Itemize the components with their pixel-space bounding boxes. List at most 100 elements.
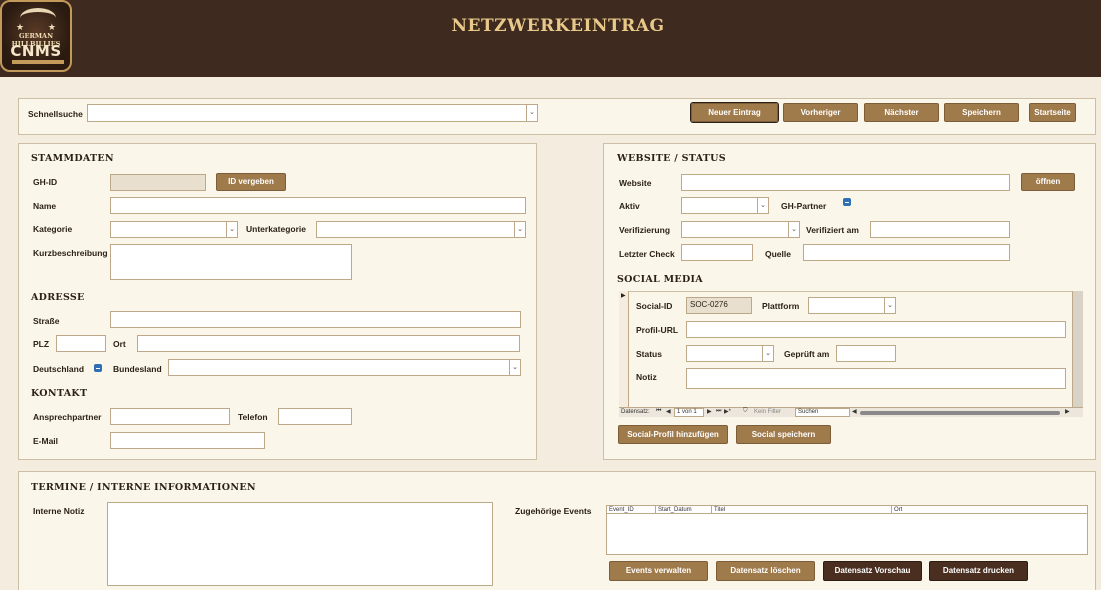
unterkategorie-label: Unterkategorie — [246, 224, 306, 234]
notiz-label: Notiz — [636, 372, 657, 382]
website-label: Website — [619, 178, 652, 188]
chevron-down-icon[interactable]: ⌄ — [762, 346, 773, 361]
new-record-icon[interactable]: ▶* — [724, 408, 731, 415]
stammdaten-heading: STAMMDATEN — [31, 153, 114, 164]
social-id-field: SOC-0276 — [686, 297, 752, 314]
letzter-check-label: Letzter Check — [619, 249, 675, 259]
chevron-down-icon[interactable]: ⌄ — [884, 298, 895, 313]
scroll-left-icon[interactable]: ◀ — [852, 408, 857, 415]
aktiv-select[interactable]: ⌄ — [681, 197, 769, 214]
profil-url-label: Profil-URL — [636, 325, 679, 335]
record-navigation-bar: Datensatz: ⏮ ◀ 1 von 1 ▶ ⏭ ▶* ⛉ Kein Fil… — [619, 407, 1083, 417]
next-button[interactable]: Nächster — [864, 103, 939, 122]
quicksearch-combobox[interactable]: ⌄ — [87, 104, 538, 122]
ansprechpartner-field[interactable] — [110, 408, 230, 425]
verifizierung-select[interactable]: ⌄ — [681, 221, 800, 238]
delete-record-button[interactable]: Datensatz löschen — [716, 561, 815, 581]
column-header[interactable]: Titel — [712, 506, 892, 514]
interne-notiz-label: Interne Notiz — [33, 506, 85, 516]
deutschland-checkbox[interactable] — [94, 364, 102, 372]
last-record-icon[interactable]: ⏭ — [716, 408, 721, 415]
app-logo: ★ ★ GERMAN HILLBILLIES CNMS — [0, 0, 72, 72]
chevron-down-icon[interactable]: ⌄ — [757, 198, 768, 213]
ansprechpartner-label: Ansprechpartner — [33, 412, 102, 422]
assign-id-button[interactable]: ID vergeben — [216, 173, 286, 191]
bundesland-label: Bundesland — [113, 364, 162, 374]
ort-label: Ort — [113, 339, 126, 349]
previous-record-icon[interactable]: ◀ — [666, 408, 671, 415]
chevron-down-icon[interactable]: ⌄ — [526, 105, 537, 121]
chevron-down-icon[interactable]: ⌄ — [226, 222, 237, 237]
chevron-down-icon[interactable]: ⌄ — [509, 360, 520, 375]
quelle-field[interactable] — [803, 244, 1010, 261]
adresse-heading: ADRESSE — [31, 292, 85, 303]
kategorie-label: Kategorie — [33, 224, 73, 234]
save-social-button[interactable]: Social speichern — [736, 425, 831, 444]
kontakt-heading: KONTAKT — [31, 388, 88, 399]
record-preview-button[interactable]: Datensatz Vorschau — [823, 561, 922, 581]
next-record-icon[interactable]: ▶ — [707, 408, 712, 415]
social-media-heading: SOCIAL MEDIA — [617, 274, 703, 285]
termine-heading: TERMINE / INTERNE INFORMATIONEN — [31, 482, 256, 493]
filter-icon[interactable]: ⛉ — [743, 408, 748, 415]
kurzbeschreibung-label: Kurzbeschreibung — [33, 248, 108, 258]
gh-id-label: GH-ID — [33, 177, 58, 187]
record-selector[interactable]: ▶ — [619, 291, 629, 407]
verifiziert-am-field[interactable] — [870, 221, 1010, 238]
home-button[interactable]: Startseite — [1029, 103, 1076, 122]
letzter-check-field[interactable] — [681, 244, 753, 261]
events-list[interactable]: Event_ID Start_Datum Titel Ort — [606, 505, 1088, 555]
bundesland-select[interactable]: ⌄ — [168, 359, 521, 376]
print-record-button[interactable]: Datensatz drucken — [929, 561, 1028, 581]
gh-partner-checkbox[interactable] — [843, 198, 851, 206]
column-header[interactable]: Start_Datum — [656, 506, 712, 514]
interne-notiz-field[interactable] — [107, 502, 493, 586]
plattform-label: Plattform — [762, 301, 800, 311]
chevron-down-icon[interactable]: ⌄ — [788, 222, 799, 237]
ort-field[interactable] — [137, 335, 520, 352]
record-position-field[interactable]: 1 von 1 — [674, 408, 704, 417]
website-heading: WEBSITE / STATUS — [617, 153, 726, 164]
aktiv-label: Aktiv — [619, 201, 640, 211]
first-record-icon[interactable]: ⏮ — [656, 408, 661, 415]
unterkategorie-select[interactable]: ⌄ — [316, 221, 526, 238]
gh-partner-label: GH-Partner — [781, 201, 827, 211]
column-header[interactable]: Event_ID — [607, 506, 656, 514]
save-button[interactable]: Speichern — [944, 103, 1019, 122]
chevron-down-icon[interactable]: ⌄ — [514, 222, 525, 237]
manage-events-button[interactable]: Events verwalten — [609, 561, 708, 581]
scroll-right-icon[interactable]: ▶ — [1065, 408, 1070, 415]
social-id-label: Social-ID — [636, 301, 673, 311]
plattform-select[interactable]: ⌄ — [808, 297, 896, 314]
logo-text-main: CNMS — [10, 42, 62, 60]
add-social-profile-button[interactable]: Social-Profil hinzufügen — [618, 425, 728, 444]
kurzbeschreibung-field[interactable] — [110, 244, 352, 280]
subform-vertical-scrollbar[interactable] — [1072, 291, 1083, 407]
header-bar — [0, 0, 1101, 77]
strasse-field[interactable] — [110, 311, 521, 328]
email-field[interactable] — [110, 432, 265, 449]
telefon-field[interactable] — [278, 408, 352, 425]
plz-label: PLZ — [33, 339, 50, 349]
horizontal-scrollbar-thumb[interactable] — [860, 411, 1060, 415]
filter-status[interactable]: Kein Filter — [754, 409, 781, 415]
notiz-field[interactable] — [686, 368, 1066, 389]
telefon-label: Telefon — [238, 412, 268, 422]
profil-url-field[interactable] — [686, 321, 1066, 338]
geprueft-am-field[interactable] — [836, 345, 896, 362]
name-field[interactable] — [110, 197, 526, 214]
gh-id-field — [110, 174, 206, 191]
status-label: Status — [636, 349, 662, 359]
column-header[interactable]: Ort — [892, 506, 1087, 514]
open-website-button[interactable]: öffnen — [1021, 173, 1075, 191]
email-label: E-Mail — [33, 436, 59, 446]
website-field[interactable] — [681, 174, 1010, 191]
new-entry-button[interactable]: Neuer Eintrag — [690, 102, 779, 123]
status-select[interactable]: ⌄ — [686, 345, 774, 362]
kategorie-select[interactable]: ⌄ — [110, 221, 238, 238]
previous-button[interactable]: Vorheriger — [783, 103, 858, 122]
verifiziert-am-label: Verifiziert am — [806, 225, 859, 235]
record-search-field[interactable]: Suchen — [795, 408, 850, 417]
geprueft-am-label: Geprüft am — [784, 349, 830, 359]
plz-field[interactable] — [56, 335, 106, 352]
